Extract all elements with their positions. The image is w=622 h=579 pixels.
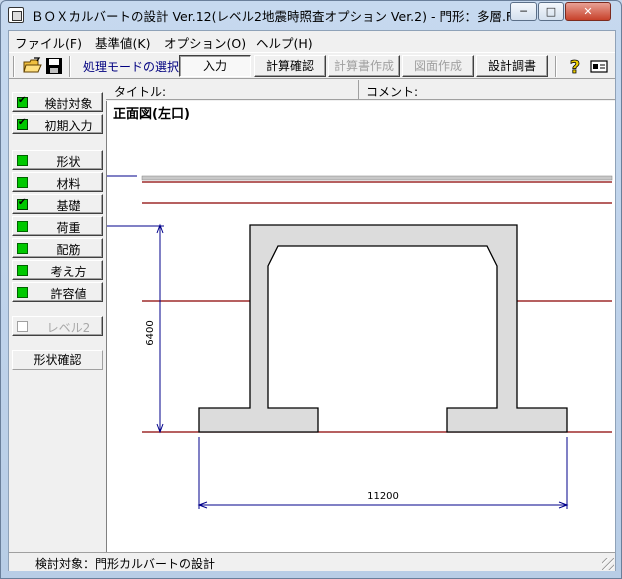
menu-options[interactable]: オプション(O) bbox=[164, 33, 246, 52]
sidebar-item-level2[interactable]: レベル2 bbox=[12, 316, 103, 336]
check-indicator-icon bbox=[17, 197, 28, 210]
toolbar-separator bbox=[69, 56, 71, 77]
drawing-create-button[interactable]: 図面作成 bbox=[402, 55, 474, 77]
status-indicator-icon bbox=[17, 155, 28, 166]
sidebar-item-initial-input[interactable]: 初期入力 bbox=[12, 114, 103, 134]
sidebar-item-load[interactable]: 荷重 bbox=[12, 216, 103, 236]
status-indicator-icon bbox=[17, 265, 28, 276]
sidebar-item-approach[interactable]: 考え方 bbox=[12, 260, 103, 280]
toolbar: 処理モードの選択 入力 計算確認 計算書作成 図面作成 設計調書 ? bbox=[9, 52, 615, 79]
width-dimension-label: 11200 bbox=[367, 491, 399, 502]
card-icon[interactable] bbox=[589, 56, 609, 76]
resize-grip-icon[interactable] bbox=[602, 558, 614, 570]
open-folder-icon[interactable] bbox=[22, 56, 42, 76]
empty-indicator-icon bbox=[17, 321, 28, 332]
calc-check-button[interactable]: 計算確認 bbox=[254, 55, 326, 77]
culvert-section bbox=[198, 224, 568, 433]
toolbar-separator-2 bbox=[555, 56, 557, 77]
sidebar-item-label: 基礎 bbox=[56, 199, 81, 213]
info-header: タイトル: コメント: bbox=[106, 80, 615, 100]
title-bar[interactable]: ＢＯＸカルバートの設計 Ver.12(レベル2地震時照査オプション Ver.2)… bbox=[1, 1, 621, 29]
app-window: ＢＯＸカルバートの設計 Ver.12(レベル2地震時照査オプション Ver.2)… bbox=[0, 0, 622, 579]
sidebar-item-material[interactable]: 材料 bbox=[12, 172, 103, 192]
sidebar-item-label: 材料 bbox=[56, 177, 81, 191]
status-indicator-icon bbox=[17, 287, 28, 298]
input-mode-button[interactable]: 入力 bbox=[179, 55, 251, 77]
status-text: 検討対象：門形カルバートの設計 bbox=[35, 557, 216, 571]
drawing-canvas[interactable]: 正面図(左口) 6400 11200 bbox=[106, 101, 615, 552]
check-indicator-icon bbox=[17, 117, 28, 130]
app-icon[interactable] bbox=[8, 7, 24, 23]
design-record-button[interactable]: 設計調書 bbox=[476, 55, 548, 77]
sidebar-item-foundation[interactable]: 基礎 bbox=[12, 194, 103, 214]
client-area: ファイル(F) 基準値(K) オプション(O) ヘルプ(H) 処理モードの選択 … bbox=[8, 30, 616, 571]
sidebar: 検討対象 初期入力 形状 材料 基礎 荷重 bbox=[9, 81, 105, 552]
sidebar-item-label: 許容値 bbox=[50, 287, 87, 301]
title-field-label: タイトル: bbox=[114, 85, 167, 99]
save-icon[interactable] bbox=[44, 56, 64, 76]
sidebar-item-reinforcement[interactable]: 配筋 bbox=[12, 238, 103, 258]
menu-file[interactable]: ファイル(F) bbox=[15, 33, 82, 52]
sidebar-item-label: 配筋 bbox=[56, 243, 81, 257]
front-view-drawing: 6400 11200 bbox=[107, 175, 613, 509]
header-divider bbox=[358, 80, 359, 100]
help-icon[interactable]: ? bbox=[565, 56, 585, 76]
minimize-button[interactable]: ─ bbox=[510, 2, 537, 21]
sidebar-item-label: 検討対象 bbox=[44, 97, 93, 111]
height-dimension-label: 6400 bbox=[145, 320, 156, 345]
sidebar-item-target[interactable]: 検討対象 bbox=[12, 92, 103, 112]
comment-field-label: コメント: bbox=[366, 85, 419, 99]
menu-bar: ファイル(F) 基準値(K) オプション(O) ヘルプ(H) bbox=[9, 31, 615, 51]
sidebar-item-label: 形状 bbox=[56, 155, 81, 169]
sidebar-item-label: レベル2 bbox=[46, 321, 91, 335]
status-indicator-icon bbox=[17, 243, 28, 254]
check-indicator-icon bbox=[17, 95, 28, 108]
road-surface bbox=[141, 175, 613, 181]
menu-help[interactable]: ヘルプ(H) bbox=[256, 33, 313, 52]
sidebar-item-allowable[interactable]: 許容値 bbox=[12, 282, 103, 302]
window-title: ＢＯＸカルバートの設計 Ver.12(レベル2地震時照査オプション Ver.2)… bbox=[31, 9, 530, 24]
status-indicator-icon bbox=[17, 177, 28, 188]
close-button[interactable]: ✕ bbox=[565, 2, 611, 21]
status-bar: 検討対象：門形カルバートの設計 bbox=[9, 552, 615, 571]
shape-confirm-button[interactable]: 形状確認 bbox=[12, 350, 103, 370]
maximize-button[interactable]: □ bbox=[538, 2, 564, 21]
report-create-button[interactable]: 計算書作成 bbox=[328, 55, 400, 77]
toolbar-grip bbox=[13, 56, 15, 77]
sidebar-item-label: 考え方 bbox=[50, 265, 87, 279]
status-indicator-icon bbox=[17, 221, 28, 232]
sidebar-item-label: 初期入力 bbox=[44, 119, 93, 133]
sidebar-item-label: 荷重 bbox=[56, 221, 81, 235]
mode-select-label: 処理モードの選択 bbox=[83, 60, 180, 74]
menu-standard-values[interactable]: 基準値(K) bbox=[95, 33, 150, 52]
sidebar-item-shape[interactable]: 形状 bbox=[12, 150, 103, 170]
svg-text:?: ? bbox=[570, 57, 580, 76]
